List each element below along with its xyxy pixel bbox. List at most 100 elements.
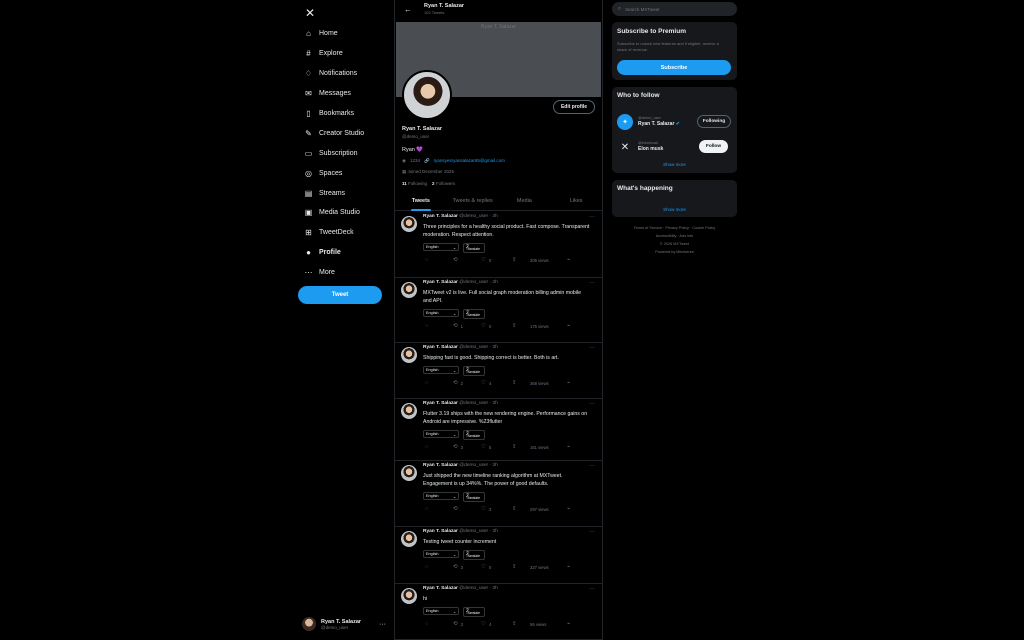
follow-button[interactable]: Follow [699, 140, 728, 153]
reply-button[interactable]: ◌ [425, 444, 453, 450]
footer-line[interactable]: Accessibility · Ads info [612, 232, 737, 240]
like-button[interactable]: ♡ 0 [481, 323, 512, 329]
account-switcher[interactable]: Ryan T. Salazar @demo_user ··· [302, 614, 386, 634]
tweet-author[interactable]: Ryan T. Salazar [423, 586, 458, 591]
retweet-button[interactable]: ⟲ 2 [453, 380, 481, 386]
retweet-button[interactable]: ⟲ 1 [453, 323, 481, 329]
nav-item-streams[interactable]: ▤ Streams [304, 183, 364, 203]
footer-line[interactable]: Terms of Service · Privacy Policy · Cook… [612, 224, 737, 232]
nav-item-creator-studio[interactable]: ✎ Creator Studio [304, 123, 364, 143]
avatar[interactable] [401, 282, 417, 298]
profile-email-link[interactable]: ryansyesryansalazar65@gmail.com [434, 158, 505, 164]
nav-item-explore[interactable]: # Explore [304, 44, 364, 64]
tweet-author[interactable]: Ryan T. Salazar [423, 214, 458, 219]
avatar[interactable] [401, 465, 417, 481]
retweet-button[interactable]: ⟲ [453, 257, 481, 263]
nav-item-home[interactable]: ⌂ Home [304, 24, 364, 44]
analytics-button[interactable]: ⌁ [567, 506, 575, 512]
tweet-button[interactable]: Tweet [298, 286, 382, 304]
more-icon[interactable]: ··· [589, 401, 595, 407]
tweet-author[interactable]: Ryan T. Salazar [423, 345, 458, 350]
share-button[interactable]: ⇪ [512, 621, 530, 627]
show-more-link[interactable]: Show more [612, 162, 737, 167]
more-icon[interactable]: ··· [589, 280, 595, 286]
avatar[interactable] [401, 531, 417, 547]
subscribe-button[interactable]: Subscribe [617, 60, 731, 75]
tweet-author[interactable]: Ryan T. Salazar [423, 280, 458, 285]
analytics-button[interactable]: ⌁ [567, 257, 575, 263]
avatar[interactable] [401, 347, 417, 363]
language-select[interactable]: English ⌄ [423, 492, 459, 501]
reply-button[interactable]: ◌ [425, 506, 453, 512]
tweet-item[interactable]: Ryan T. Salazar @demo_user · 3h ··· Test… [395, 527, 602, 584]
suggestion-row[interactable]: ✦ @demo_user Ryan T. Salazar ✔ Following [617, 111, 733, 133]
nav-item-profile[interactable]: ● Profile [304, 243, 364, 263]
share-button[interactable]: ⇪ [512, 380, 530, 386]
nav-item-subscription[interactable]: ▭ Subscription [304, 143, 364, 163]
tweet-item[interactable]: Ryan T. Salazar @demo_user · 3h ··· Just… [395, 461, 602, 527]
like-button[interactable]: ♡ 0 [481, 257, 512, 263]
tweet-item[interactable]: Ryan T. Salazar @demo_user · 3h ··· Thre… [395, 212, 602, 278]
like-button[interactable]: ♡ 3 [481, 506, 512, 512]
more-icon[interactable]: ··· [589, 529, 595, 535]
like-button[interactable]: ♡ 4 [481, 621, 512, 627]
reply-button[interactable]: ◌ [425, 323, 453, 329]
translate-button[interactable]: 文 Translate [463, 607, 485, 618]
analytics-button[interactable]: ⌁ [567, 323, 575, 329]
nav-item-tweetdeck[interactable]: ⊞ TweetDeck [304, 223, 364, 243]
share-button[interactable]: ⇪ [512, 257, 530, 263]
more-icon[interactable]: ··· [589, 463, 595, 469]
tweet-item[interactable]: Ryan T. Salazar @demo_user · 3h ··· Flut… [395, 399, 602, 461]
nav-item-spaces[interactable]: ◎ Spaces [304, 163, 364, 183]
translate-button[interactable]: 文 Translate [463, 366, 485, 377]
nav-item-notifications[interactable]: ♢ Notifications [304, 64, 364, 84]
translate-button[interactable]: 文 Translate [463, 309, 485, 320]
avatar[interactable] [401, 588, 417, 604]
tweet-author[interactable]: Ryan T. Salazar [423, 401, 458, 406]
share-button[interactable]: ⇪ [512, 564, 530, 570]
tab-media[interactable]: Media [499, 193, 551, 210]
like-button[interactable]: ♡ 4 [481, 380, 512, 386]
search-input[interactable]: ⌕ Search MXTweet [612, 2, 737, 16]
share-button[interactable]: ⇪ [512, 506, 530, 512]
profile-avatar[interactable] [402, 70, 452, 120]
nav-item-media-studio[interactable]: ▣ Media Studio [304, 203, 364, 223]
tweet-item[interactable]: Ryan T. Salazar @demo_user · 3h ··· Ship… [395, 343, 602, 399]
translate-button[interactable]: 文 Translate [463, 550, 485, 561]
nav-item-messages[interactable]: ✉ Messages [304, 84, 364, 104]
analytics-button[interactable]: ⌁ [567, 444, 575, 450]
tab-tweets-replies[interactable]: Tweets & replies [447, 193, 499, 210]
tab-tweets[interactable]: Tweets [395, 193, 447, 211]
retweet-button[interactable]: ⟲ 3 [453, 564, 481, 570]
reply-button[interactable]: ◌ [425, 621, 453, 627]
retweet-button[interactable]: ⟲ [453, 506, 481, 512]
edit-profile-button[interactable]: Edit profile [553, 100, 595, 114]
translate-button[interactable]: 文 Translate [463, 243, 485, 254]
reply-button[interactable]: ◌ [425, 380, 453, 386]
more-icon[interactable]: ··· [589, 586, 595, 592]
translate-button[interactable]: 文 Translate [463, 492, 485, 503]
retweet-button[interactable]: ⟲ 3 [453, 621, 481, 627]
nav-item-bookmarks[interactable]: ▯ Bookmarks [304, 104, 364, 124]
following-link[interactable]: 11 Following [402, 181, 427, 186]
retweet-button[interactable]: ⟲ 3 [453, 444, 481, 450]
language-select[interactable]: English ⌄ [423, 366, 459, 375]
avatar[interactable] [401, 403, 417, 419]
tab-likes[interactable]: Likes [550, 193, 602, 210]
translate-button[interactable]: 文 Translate [463, 430, 485, 441]
like-button[interactable]: ♡ 0 [481, 564, 512, 570]
suggestion-row[interactable]: ✕ @elonmusk Elon musk Follow [617, 136, 733, 158]
analytics-button[interactable]: ⌁ [567, 380, 575, 386]
tweet-item[interactable]: Ryan T. Salazar @demo_user · 3h ··· hi E… [395, 584, 602, 640]
tweet-author[interactable]: Ryan T. Salazar [423, 529, 458, 534]
language-select[interactable]: English ⌄ [423, 243, 459, 252]
tweet-item[interactable]: Ryan T. Salazar @demo_user · 3h ··· MXTw… [395, 278, 602, 343]
following-button[interactable]: Following [697, 115, 731, 128]
analytics-button[interactable]: ⌁ [567, 564, 575, 570]
back-arrow-icon[interactable]: ← [404, 5, 412, 14]
nav-item-more[interactable]: ⋯ More [304, 263, 364, 283]
reply-button[interactable]: ◌ [425, 257, 453, 263]
language-select[interactable]: English ⌄ [423, 430, 459, 439]
share-button[interactable]: ⇪ [512, 444, 530, 450]
language-select[interactable]: English ⌄ [423, 550, 459, 559]
